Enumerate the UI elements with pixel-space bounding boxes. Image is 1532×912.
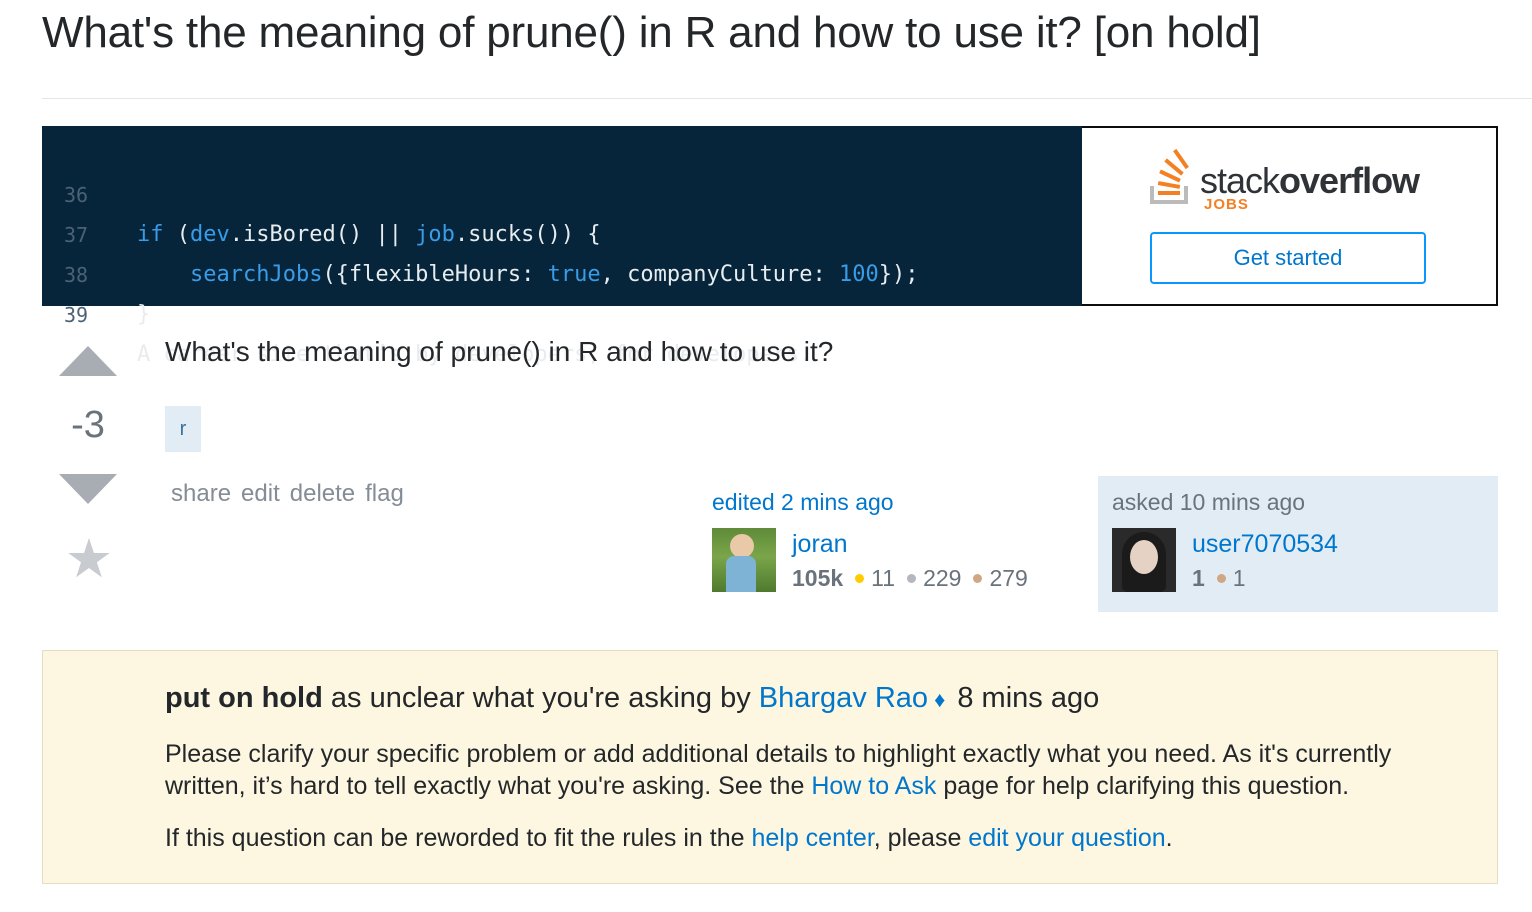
asker-avatar[interactable]	[1112, 528, 1176, 592]
logo-text-jobs: JOBS	[1204, 196, 1249, 213]
hold-text: If this question can be reworded to fit …	[165, 824, 752, 852]
asker-reputation: 11	[1192, 565, 1246, 592]
stackoverflow-jobs-logo: stackoverflow JOBS	[1146, 144, 1446, 214]
hold-status: put on hold	[165, 682, 323, 714]
hold-text: .	[1165, 824, 1173, 852]
on-hold-header: put on hold as unclear what you're askin…	[165, 682, 1099, 715]
help-center-link[interactable]: help center	[751, 824, 873, 852]
silver-badge-icon	[907, 574, 917, 584]
hold-time: 8 mins ago	[949, 682, 1100, 714]
logo-text-overflow: overflow	[1279, 160, 1420, 201]
post-menu: share edit delete flag	[171, 480, 414, 508]
vote-count: -3	[71, 404, 105, 446]
code-line: 38 }	[42, 215, 1082, 327]
stackoverflow-icon	[1150, 148, 1189, 204]
code-line: 39 A career site that’s by developers, f…	[42, 255, 1082, 367]
edited-timestamp-link[interactable]: edited 2 mins ago	[712, 489, 894, 516]
editor-name-link[interactable]: joran	[792, 530, 848, 559]
code-line: 37 searchJobs({flexibleHours: true, comp…	[42, 175, 1082, 287]
question-body: What's the meaning of prune() in R and h…	[165, 336, 834, 367]
page-title[interactable]: What's the meaning of prune() in R and h…	[42, 8, 1261, 58]
logo-text-stack: stack	[1200, 160, 1280, 201]
favorite-star-icon[interactable]: ★	[62, 532, 116, 586]
hold-explanation: Please clarify your specific problem or …	[165, 738, 1465, 802]
ad-code-panel: 36 if (dev.isBored() || job.sucks()) { 3…	[42, 126, 1082, 367]
edit-your-question-link[interactable]: edit your question	[968, 824, 1165, 852]
hold-text: , please	[873, 824, 969, 852]
editor-reputation: 105k 11 229 279	[792, 565, 1028, 592]
bronze-badge-icon	[1216, 574, 1226, 584]
upvote-arrow-icon[interactable]	[59, 346, 117, 376]
title-divider	[42, 98, 1532, 99]
asked-timestamp: asked 10 mins ago	[1112, 489, 1306, 515]
delete-link[interactable]: delete	[290, 480, 355, 507]
gold-badge-count: 11	[871, 565, 896, 591]
get-started-button[interactable]: Get started	[1150, 232, 1426, 284]
moderator-link[interactable]: Bhargav Rao	[759, 682, 928, 714]
gold-badge-icon	[855, 574, 865, 584]
moderator-diamond-icon: ♦	[934, 687, 946, 712]
bronze-badge-icon	[973, 574, 983, 584]
tag-r[interactable]: r	[165, 406, 201, 452]
hold-reason: as unclear what you're asking by	[322, 682, 759, 714]
line-number: 39	[64, 303, 89, 327]
hold-reword-note: If this question can be reworded to fit …	[165, 822, 1465, 854]
how-to-ask-link[interactable]: How to Ask	[811, 772, 936, 800]
editor-avatar[interactable]	[712, 528, 776, 592]
bronze-badge-count: 279	[989, 565, 1028, 591]
edit-link[interactable]: edit	[241, 480, 280, 507]
flag-link[interactable]: flag	[365, 480, 404, 507]
share-link[interactable]: share	[171, 480, 231, 507]
silver-badge-count: 229	[923, 565, 962, 591]
bronze-badge-count: 1	[1232, 565, 1246, 591]
hold-text: page for help clarifying this question.	[936, 772, 1350, 800]
asker-name-link[interactable]: user7070534	[1192, 530, 1338, 559]
code-line: 36 if (dev.isBored() || job.sucks()) {	[42, 135, 1082, 247]
reputation-score: 1	[1192, 565, 1205, 591]
reputation-score: 105k	[792, 565, 844, 591]
downvote-arrow-icon[interactable]	[59, 474, 117, 504]
